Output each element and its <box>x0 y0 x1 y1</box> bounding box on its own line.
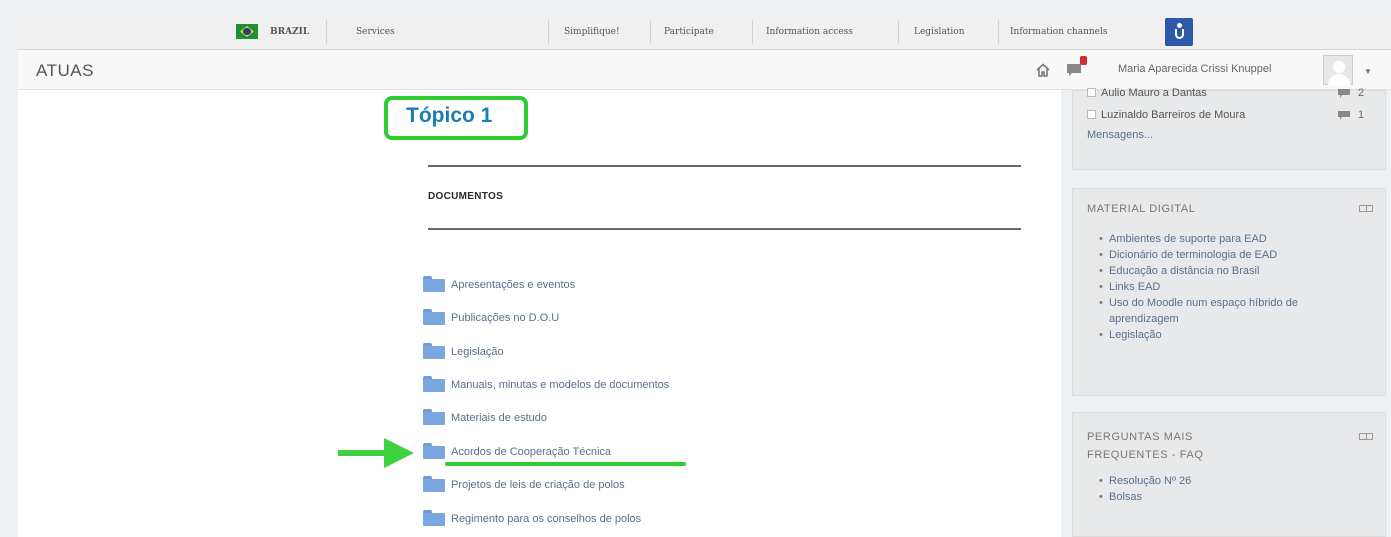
divider <box>326 20 327 44</box>
folder-link[interactable]: Manuais, minutas e modelos de documentos <box>451 379 669 391</box>
block-title: FREQUENTES - FAQ <box>1087 449 1204 461</box>
divider <box>428 165 1021 167</box>
gov-link-services[interactable]: Services <box>356 14 395 50</box>
folder-link[interactable]: Apresentações e eventos <box>451 279 575 291</box>
folder-icon <box>423 343 445 359</box>
divider <box>428 228 1021 230</box>
accessibility-icon[interactable] <box>1165 18 1193 46</box>
dock-icon[interactable] <box>1359 205 1373 212</box>
block-title: MATERIAL DIGITAL <box>1087 203 1196 215</box>
faq-list: Resolução Nº 26 Bolsas <box>1099 473 1369 505</box>
folder-icon <box>423 443 445 459</box>
user-name[interactable]: Maria Aparecida Crissi Knuppel <box>1118 63 1271 75</box>
list-item[interactable]: Links EAD <box>1099 279 1369 295</box>
folder-link[interactable]: Materiais de estudo <box>451 412 547 424</box>
gov-link-legislation[interactable]: Legislation <box>914 14 965 50</box>
site-brand[interactable]: ATUAS <box>36 61 94 81</box>
gov-link-information-channels[interactable]: Information channels <box>1010 14 1108 50</box>
folder-icon <box>423 409 445 425</box>
divider <box>998 20 999 44</box>
divider <box>752 20 753 44</box>
notification-badge <box>1080 56 1087 65</box>
list-item[interactable]: Uso do Moodle num espaço híbrido de apre… <box>1099 295 1369 327</box>
block-title: PERGUNTAS MAIS <box>1087 431 1193 443</box>
gov-link-participate[interactable]: Participate <box>664 14 714 50</box>
folder-link[interactable]: Legislação <box>451 346 504 358</box>
contact-item[interactable]: Luzinaldo Barreiros de Moura <box>1087 109 1245 121</box>
brazil-flag-icon[interactable] <box>236 24 258 39</box>
gov-link-information-access[interactable]: Information access <box>766 14 853 50</box>
folder-icon <box>423 309 445 325</box>
government-bar: BRAZIL Services Simplifique! Participate… <box>18 14 1391 50</box>
messages-link[interactable]: Mensagens... <box>1087 129 1153 141</box>
folder-icon <box>423 510 445 526</box>
faq-block: PERGUNTAS MAIS FREQUENTES - FAQ Resoluçã… <box>1072 412 1386 537</box>
gov-link-simplifique[interactable]: Simplifique! <box>564 14 620 50</box>
avatar[interactable] <box>1323 55 1353 86</box>
message-count: 1 <box>1358 109 1365 121</box>
folder-icon <box>423 276 445 292</box>
folder-icon <box>423 476 445 492</box>
divider <box>898 20 899 44</box>
folder-link-highlighted[interactable]: Acordos de Cooperação Técnica <box>451 446 611 458</box>
folder-link[interactable]: Projetos de leis de criação de polos <box>451 479 625 491</box>
list-item[interactable]: Bolsas <box>1099 489 1369 505</box>
dock-icon[interactable] <box>1359 433 1373 440</box>
material-list: Ambientes de suporte para EAD Dicionário… <box>1099 231 1369 343</box>
gov-country-link[interactable]: BRAZIL <box>270 14 309 50</box>
message-icon <box>1338 89 1350 98</box>
list-item[interactable]: Legislação <box>1099 327 1369 343</box>
folder-link[interactable]: Regimento para os conselhos de polos <box>451 513 641 525</box>
material-digital-block: MATERIAL DIGITAL Ambientes de suporte pa… <box>1072 188 1386 396</box>
home-icon[interactable] <box>1036 63 1050 77</box>
folder-link[interactable]: Publicações no D.O.U <box>451 312 559 324</box>
list-item[interactable]: Resolução Nº 26 <box>1099 473 1369 489</box>
folder-icon <box>423 376 445 392</box>
green-arrow-icon <box>338 438 414 468</box>
divider <box>650 20 651 44</box>
messages-block: Aulio Mauro a Dantas 2 Luzinaldo Barreir… <box>1072 87 1386 170</box>
message-icon <box>1338 111 1350 120</box>
message-count: 2 <box>1358 87 1365 99</box>
list-item[interactable]: Ambientes de suporte para EAD <box>1099 231 1369 247</box>
highlight-underline <box>445 462 686 466</box>
list-item[interactable]: Dicionário de terminologia de EAD <box>1099 247 1369 263</box>
topic-title: Tópico 1 <box>406 104 493 127</box>
divider <box>548 20 549 44</box>
contact-item[interactable]: Aulio Mauro a Dantas <box>1087 87 1207 99</box>
list-item[interactable]: Educação a distância no Brasil <box>1099 263 1369 279</box>
course-content: Tópico 1 DOCUMENTOS Apresentações e even… <box>18 90 1061 537</box>
section-label: DOCUMENTOS <box>428 191 504 202</box>
chevron-down-icon[interactable]: ▼ <box>1364 67 1372 76</box>
navbar: ATUAS Maria Aparecida Crissi Knuppel ▼ <box>18 50 1391 90</box>
